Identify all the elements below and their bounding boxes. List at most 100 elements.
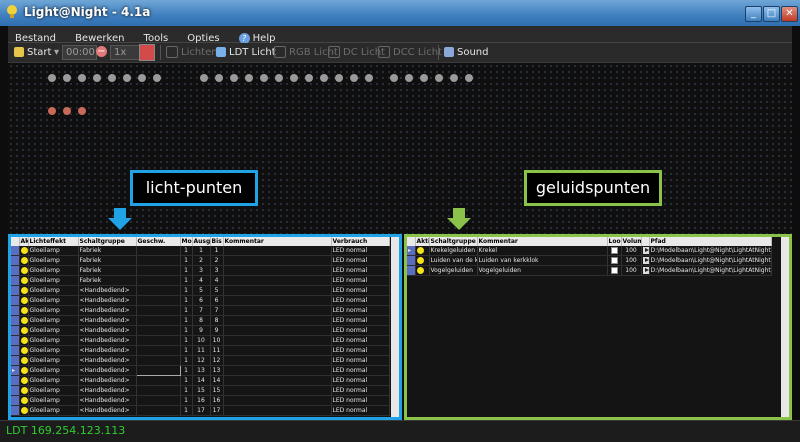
aktie-cell[interactable] [19,375,29,386]
loop-cell[interactable] [607,255,622,266]
column-header[interactable] [407,237,416,246]
lichteffekt-cell[interactable]: Gloeilamp [28,275,79,286]
lichteffekt-cell[interactable]: Gloeilamp [28,325,79,336]
mo-cell[interactable]: 1 [180,315,193,326]
column-header[interactable]: Bis [210,237,224,246]
sound-table-scrollbar[interactable] [781,237,789,417]
geschw-cell[interactable] [136,385,181,396]
play-cell[interactable] [641,246,650,256]
kommentar-cell[interactable] [223,325,332,336]
aktie-cell[interactable] [19,305,29,316]
aktie-cell[interactable] [19,246,29,256]
geschw-cell[interactable] [136,335,181,346]
mo-cell[interactable]: 1 [180,365,193,376]
aktie-cell[interactable] [19,315,29,326]
table-row[interactable]: Gloeilamp <Handbediend> 1 8 8 LED normal [11,315,390,326]
minimize-button[interactable]: _ [745,6,762,22]
table-row[interactable]: Gloeilamp Fabriek 1 3 3 LED normal [11,265,390,276]
lichten-button[interactable]: Lichten [166,45,218,60]
schaltgruppe-cell[interactable]: Krekelgeluiden [429,246,478,256]
mo-cell[interactable]: 1 [180,375,193,386]
column-header[interactable] [641,237,650,246]
lichteffekt-cell[interactable]: Gloeilamp [28,405,79,416]
column-header[interactable]: Loop [607,237,622,246]
row-selector[interactable] [11,285,20,296]
geschw-cell[interactable] [136,295,181,306]
kommentar-cell[interactable] [223,295,332,306]
aktie-cell[interactable] [19,395,29,406]
schaltgruppe-cell[interactable]: <Handbediend> [78,325,137,336]
ausg-cell[interactable]: 6 [192,295,211,306]
aktie-cell[interactable] [19,385,29,396]
verbrauch-cell[interactable]: LED normal [331,315,390,326]
play-icon[interactable] [642,247,648,254]
ausg-cell[interactable]: 16 [192,395,211,406]
time-field[interactable]: 00:00 [62,45,97,60]
light-point-marker[interactable] [305,74,313,82]
bis-cell[interactable]: 10 [210,335,224,346]
row-selector[interactable] [11,395,20,406]
kommentar-cell[interactable]: Luiden van kerkklok [477,255,608,266]
lichteffekt-cell[interactable]: Gloeilamp [28,265,79,276]
speed-field[interactable]: 1x [110,45,141,60]
mo-cell[interactable]: 1 [180,275,193,286]
light-point-marker[interactable] [365,74,373,82]
geschw-cell[interactable] [136,275,181,286]
schaltgruppe-cell[interactable]: Fabriek [78,246,137,256]
light-points-table[interactable]: AktieLichteffektSchaltgruppeGeschw.MoAus… [11,237,390,416]
maximize-button[interactable]: □ [763,6,780,22]
bis-cell[interactable]: 16 [210,395,224,406]
mo-cell[interactable]: 1 [180,325,193,336]
bis-cell[interactable]: 8 [210,315,224,326]
mo-cell[interactable]: 1 [180,345,193,356]
table-row[interactable]: ▸ Krekelgeluiden Krekel 100 D:\Modelbaan\Lig… [407,246,772,256]
row-selector[interactable]: ▸ [11,365,20,376]
mo-cell[interactable]: 1 [180,255,193,266]
verbrauch-cell[interactable]: LED normal [331,365,390,376]
mo-cell[interactable]: 1 [180,395,193,406]
lichteffekt-cell[interactable]: Gloeilamp [28,355,79,366]
lichteffekt-cell[interactable]: Gloeilamp [28,295,79,306]
bis-cell[interactable]: 5 [210,285,224,296]
lichteffekt-cell[interactable]: Gloeilamp [28,345,79,356]
bis-cell[interactable]: 9 [210,325,224,336]
light-point-marker[interactable] [245,74,253,82]
light-point-marker[interactable] [405,74,413,82]
play-cell[interactable] [641,265,650,276]
light-point-marker[interactable] [275,74,283,82]
mo-cell[interactable]: 1 [180,246,193,256]
verbrauch-cell[interactable]: LED normal [331,325,390,336]
light-point-marker[interactable] [320,74,328,82]
bis-cell[interactable]: 14 [210,375,224,386]
verbrauch-cell[interactable]: LED normal [331,395,390,406]
column-header[interactable] [11,237,20,246]
ausg-cell[interactable]: 3 [192,265,211,276]
schaltgruppe-cell[interactable]: <Handbediend> [78,295,137,306]
geschw-cell[interactable] [136,325,181,336]
geschw-cell[interactable] [135,365,181,376]
verbrauch-cell[interactable]: LED normal [331,255,390,266]
dcc-licht-button[interactable]: DCC Licht [378,45,442,60]
ausg-cell[interactable]: 12 [192,355,211,366]
row-selector[interactable] [11,265,20,276]
verbrauch-cell[interactable]: LED normal [331,385,390,396]
geschw-cell[interactable] [136,355,181,366]
loop-checkbox[interactable] [610,257,618,264]
light-point-marker[interactable] [215,74,223,82]
row-selector[interactable] [11,246,20,256]
light-point-marker[interactable] [465,74,473,82]
kommentar-cell[interactable] [223,335,332,346]
row-selector[interactable] [11,275,20,286]
row-selector[interactable] [11,305,20,316]
kommentar-cell[interactable]: Krekel [477,246,608,256]
aktie-cell[interactable] [19,295,29,306]
kommentar-cell[interactable] [223,275,332,286]
ausg-cell[interactable]: 1 [192,246,211,256]
light-table-scrollbar[interactable] [391,237,399,417]
kommentar-cell[interactable]: Vogelgeluiden [477,265,608,276]
light-point-marker[interactable] [450,74,458,82]
table-row[interactable]: Gloeilamp <Handbediend> 1 10 10 LED normal [11,335,390,346]
light-point-marker[interactable] [200,74,208,82]
aktie-cell[interactable] [19,275,29,286]
verbrauch-cell[interactable]: LED normal [331,285,390,296]
